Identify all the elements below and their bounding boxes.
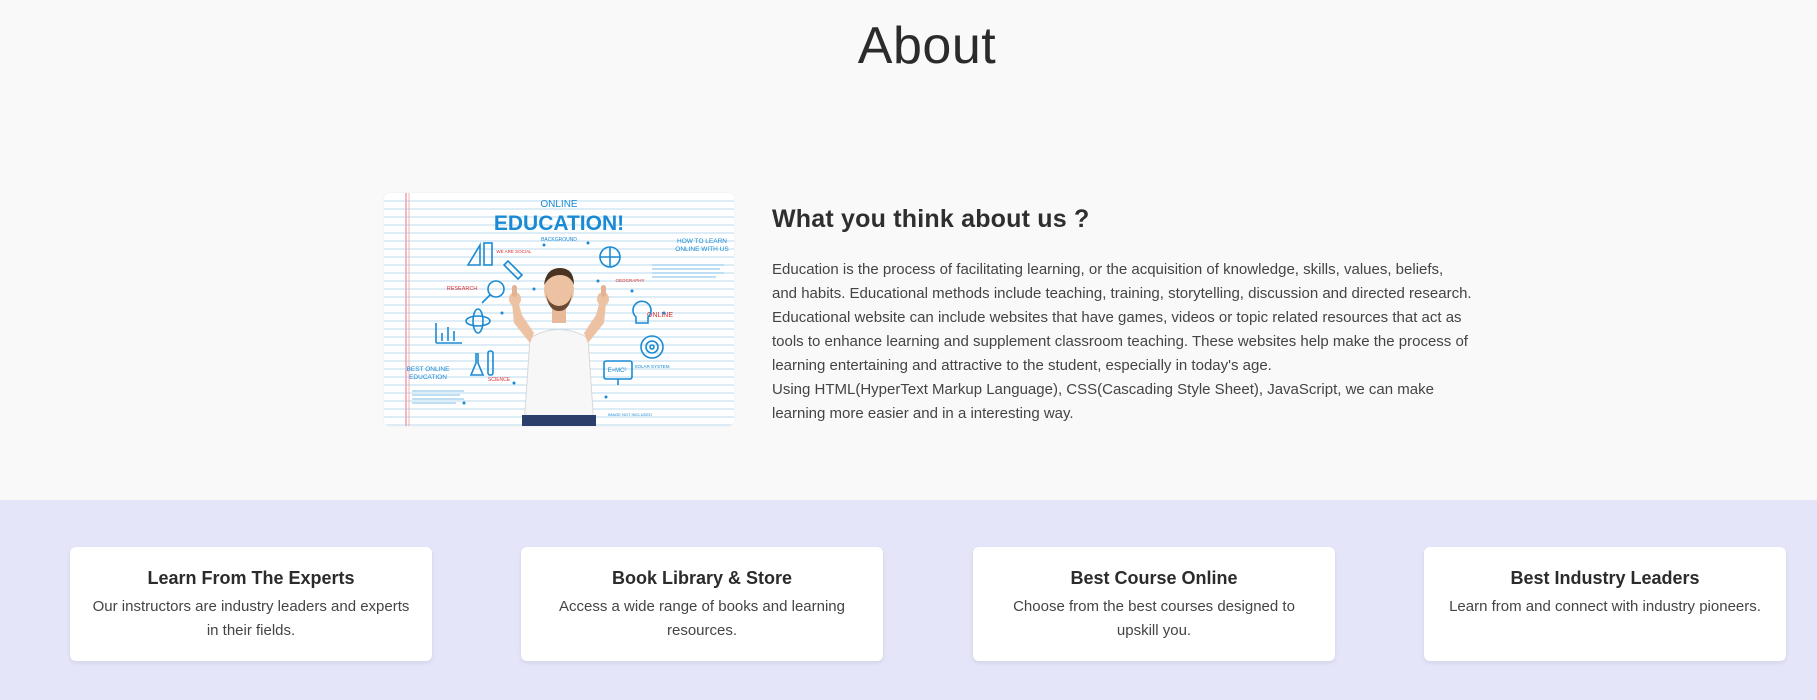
feature-card-description: Learn from and connect with industry pio…: [1449, 598, 1761, 615]
about-heading: What you think about us ?: [772, 205, 1090, 233]
feature-card: Learn From The Experts Our instructors a…: [70, 547, 432, 661]
illustration-online-with-us-text: ONLINE WITH US: [675, 246, 729, 253]
illustration-background-text: BACKGROUND: [541, 237, 577, 243]
illustration-we-are-text: WE ARE SOCIAL: [496, 249, 532, 254]
about-paragraph: Using HTML(HyperText Markup Language), C…: [772, 381, 1434, 422]
feature-card: Best Industry Leaders Learn from and con…: [1424, 547, 1786, 661]
feature-card-title: Best Course Online: [1070, 568, 1238, 588]
illustration-education-text: EDUCATION!: [494, 212, 624, 235]
illustration-formula-text: E=MC²: [608, 368, 627, 374]
illustration-geography-text: GEOGRAPHY: [615, 278, 644, 283]
features-section: Learn From The Experts Our instructors a…: [0, 500, 1817, 700]
feature-card-title: Learn From The Experts: [147, 568, 355, 588]
illustration-education-small-text: EDUCATION: [409, 374, 447, 381]
feature-card-description: Our instructors are industry leaders and…: [92, 598, 410, 639]
about-text-block: What you think about us ? Education is t…: [772, 205, 1472, 426]
feature-card: Book Library & Store Access a wide range…: [521, 547, 883, 661]
feature-card-title: Best Industry Leaders: [1510, 568, 1700, 588]
illustration-best-online-text: BEST ONLINE: [407, 366, 451, 373]
illustration-footer-text: IMAGE NOT INCLUDED: [608, 412, 652, 417]
feature-card-description: Choose from the best courses designed to…: [1013, 598, 1295, 639]
illustration-online-text: ONLINE: [540, 199, 578, 210]
feature-card: Best Course Online Choose from the best …: [973, 547, 1335, 661]
illustration-how-to-learn-text: HOW TO LEARN: [677, 238, 727, 245]
illustration-science-text: SCIENCE: [488, 377, 511, 383]
feature-card-description: Access a wide range of books and learnin…: [558, 598, 845, 639]
illustration-research-text: RESEARCH: [447, 286, 478, 292]
illustration-solar-text: SOLAR SYSTEM: [634, 364, 669, 369]
feature-card-title: Book Library & Store: [611, 568, 793, 588]
about-illustration: ONLINE EDUCATION! BACKGROUND HOW TO LEAR…: [384, 193, 734, 426]
about-paragraph: Education is the process of facilitating…: [772, 261, 1472, 374]
about-section: ONLINE EDUCATION! BACKGROUND HOW TO LEAR…: [384, 193, 1484, 428]
page-title: About: [857, 17, 997, 75]
